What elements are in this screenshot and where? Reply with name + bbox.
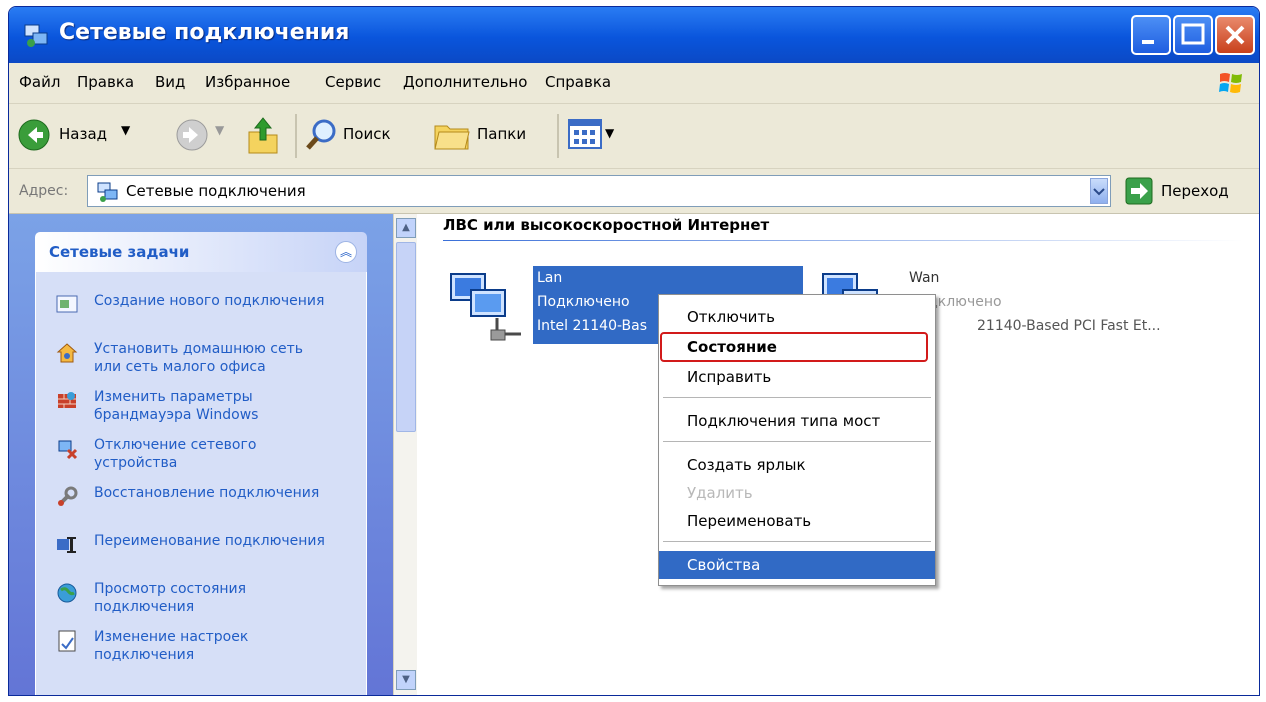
repair-wrench-icon bbox=[58, 486, 78, 506]
folders-button[interactable]: Папки bbox=[433, 114, 553, 158]
lan-device: Intel 21140-Bas bbox=[537, 318, 648, 334]
back-button[interactable]: Назад ▼ bbox=[17, 114, 167, 158]
minimize-icon bbox=[1142, 40, 1154, 44]
status-highlight-annotation bbox=[660, 332, 928, 362]
menu-help[interactable]: Справка bbox=[545, 73, 611, 91]
menu-favorites[interactable]: Избранное bbox=[205, 73, 290, 91]
forward-dropdown-icon[interactable]: ▼ bbox=[215, 123, 224, 137]
go-arrow-icon bbox=[1125, 177, 1153, 205]
address-dropdown-button[interactable] bbox=[1090, 178, 1108, 204]
forward-arrow-icon bbox=[176, 119, 208, 151]
menu-advanced[interactable]: Дополнительно bbox=[403, 73, 527, 91]
close-icon bbox=[1225, 25, 1245, 45]
maximize-button[interactable] bbox=[1173, 15, 1213, 55]
task-pane: Сетевые задачи ︽ Создание нового подключ… bbox=[9, 214, 393, 695]
folders-icon bbox=[434, 125, 470, 150]
network-tasks-title: Сетевые задачи bbox=[49, 243, 190, 261]
folders-label: Папки bbox=[477, 125, 527, 143]
menu-file[interactable]: Файл bbox=[19, 73, 60, 91]
close-button[interactable] bbox=[1215, 15, 1255, 55]
toolbar-separator bbox=[557, 114, 559, 158]
go-button[interactable]: Переход bbox=[1121, 175, 1251, 207]
up-folder-icon[interactable] bbox=[245, 116, 281, 156]
ctx-disable[interactable]: Отключить bbox=[659, 303, 935, 331]
new-connection-icon bbox=[56, 295, 78, 313]
home-network-icon bbox=[56, 343, 78, 363]
settings-document-icon bbox=[58, 630, 76, 652]
network-folder-icon bbox=[97, 182, 118, 202]
forward-button[interactable]: ▼ bbox=[171, 114, 241, 158]
rename-icon bbox=[57, 537, 76, 553]
firewall-icon bbox=[58, 392, 76, 408]
ctx-rename[interactable]: Переименовать bbox=[659, 507, 935, 535]
ctx-separator bbox=[663, 397, 931, 398]
address-value: Сетевые подключения bbox=[126, 182, 306, 200]
toolbar-separator bbox=[295, 114, 297, 158]
menu-bar: Файл Правка Вид Избранное Сервис Дополни… bbox=[9, 63, 1259, 104]
disable-network-icon bbox=[58, 440, 78, 460]
address-bar: Адрес: Сетевые подключения Переход bbox=[9, 169, 1259, 214]
network-connections-icon bbox=[24, 24, 48, 47]
ctx-properties[interactable]: Свойства bbox=[659, 551, 935, 579]
status-globe-icon bbox=[57, 583, 77, 603]
views-button[interactable]: ▼ bbox=[567, 116, 623, 156]
back-dropdown-icon[interactable]: ▼ bbox=[121, 123, 130, 137]
task-pane-scrollbar[interactable]: ▲ ▼ bbox=[393, 214, 417, 695]
windows-logo-icon bbox=[1219, 73, 1242, 93]
search-label: Поиск bbox=[343, 125, 391, 143]
ctx-create-shortcut[interactable]: Создать ярлык bbox=[659, 451, 935, 479]
search-button[interactable]: Поиск bbox=[305, 114, 425, 158]
ctx-bridge[interactable]: Подключения типа мост bbox=[659, 407, 935, 435]
lan-connection-icon bbox=[450, 273, 521, 341]
views-grid-icon bbox=[568, 119, 602, 149]
menu-tools[interactable]: Сервис bbox=[325, 73, 381, 91]
back-arrow-icon bbox=[18, 119, 50, 151]
wan-name: Wan bbox=[909, 270, 940, 286]
search-icon bbox=[306, 119, 336, 150]
window-title: Сетевые подключения bbox=[59, 20, 350, 45]
ctx-separator bbox=[663, 541, 931, 542]
scroll-thumb[interactable] bbox=[396, 242, 416, 432]
lan-name: Lan bbox=[537, 270, 563, 286]
group-divider bbox=[443, 240, 1243, 241]
menu-view[interactable]: Вид bbox=[155, 73, 185, 91]
back-label: Назад bbox=[59, 125, 108, 143]
network-tasks-list: Создание нового подключения Установить д… bbox=[35, 272, 367, 695]
toolbar: Назад ▼ ▼ Поиск Папки ▼ bbox=[9, 104, 1259, 169]
ctx-delete: Удалить bbox=[687, 484, 753, 502]
maximize-icon bbox=[1181, 23, 1205, 45]
network-tasks-header[interactable]: Сетевые задачи ︽ bbox=[35, 232, 367, 272]
lan-status: Подключено bbox=[537, 294, 630, 310]
address-input[interactable]: Сетевые подключения bbox=[87, 175, 1111, 207]
views-dropdown-icon[interactable]: ▼ bbox=[605, 126, 614, 140]
group-header: ЛВС или высокоскоростной Интернет bbox=[443, 216, 770, 234]
minimize-button[interactable] bbox=[1131, 15, 1171, 55]
explorer-window: Сетевые подключения Файл Правка Вид Избр… bbox=[8, 6, 1260, 696]
address-label: Адрес: bbox=[19, 183, 69, 199]
scroll-down-button[interactable]: ▼ bbox=[396, 670, 416, 690]
go-label: Переход bbox=[1161, 182, 1229, 200]
collapse-icon[interactable]: ︽ bbox=[335, 241, 357, 263]
chevron-down-icon bbox=[1093, 188, 1105, 196]
scroll-up-button[interactable]: ▲ bbox=[396, 218, 416, 238]
wan-device: 21140-Based PCI Fast Et... bbox=[977, 318, 1161, 334]
ctx-separator bbox=[663, 441, 931, 442]
menu-edit[interactable]: Правка bbox=[77, 73, 134, 91]
ctx-repair[interactable]: Исправить bbox=[659, 363, 935, 391]
title-bar[interactable]: Сетевые подключения bbox=[9, 7, 1259, 63]
